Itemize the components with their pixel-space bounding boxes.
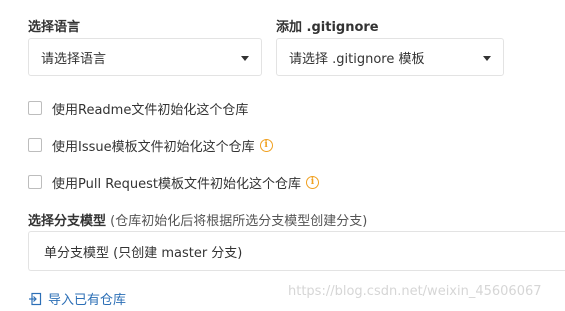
readme-checkbox[interactable] xyxy=(28,101,42,115)
readme-checkbox-label: 使用Readme文件初始化这个仓库 xyxy=(52,102,249,118)
language-label: 选择语言 xyxy=(28,20,81,35)
pr-template-checkbox[interactable] xyxy=(28,175,42,189)
branch-model-select[interactable]: 单分支模型 (只创建 master 分支) xyxy=(28,231,565,271)
info-icon[interactable]: i xyxy=(306,175,320,189)
gitignore-select-value: 请选择 .gitignore 模板 xyxy=(289,51,425,67)
language-select[interactable]: 请选择语言 xyxy=(28,38,262,76)
info-icon[interactable]: i xyxy=(259,138,273,152)
branch-model-value: 单分支模型 (只创建 master 分支) xyxy=(44,245,243,261)
issue-template-checkbox-label: 使用Issue模板文件初始化这个仓库 xyxy=(52,139,255,155)
issue-template-checkbox[interactable] xyxy=(28,138,42,152)
import-repo-label: 导入已有仓库 xyxy=(48,293,127,308)
branch-model-label: 选择分支模型 (仓库初始化后将根据所选分支模型创建分支) xyxy=(28,210,367,229)
issue-template-checkbox-row[interactable]: 使用Issue模板文件初始化这个仓库 i xyxy=(28,135,273,155)
pr-template-checkbox-label: 使用Pull Request模板文件初始化这个仓库 xyxy=(52,176,302,192)
readme-checkbox-row[interactable]: 使用Readme文件初始化这个仓库 xyxy=(28,98,248,118)
import-repo-link[interactable]: 导入已有仓库 xyxy=(28,289,126,308)
language-select-value: 请选择语言 xyxy=(41,51,107,67)
gitignore-label: 添加 .gitignore xyxy=(276,20,379,35)
import-icon xyxy=(28,292,42,306)
branch-model-label-note: (仓库初始化后将根据所选分支模型创建分支) xyxy=(110,214,368,229)
chevron-down-icon xyxy=(483,56,491,61)
watermark-text: https://blog.csdn.net/weixin_45606067 xyxy=(288,284,542,299)
chevron-down-icon xyxy=(241,56,249,61)
pr-template-checkbox-row[interactable]: 使用Pull Request模板文件初始化这个仓库 i xyxy=(28,172,320,192)
gitignore-select[interactable]: 请选择 .gitignore 模板 xyxy=(276,38,504,76)
branch-model-label-bold: 选择分支模型 xyxy=(28,214,107,229)
